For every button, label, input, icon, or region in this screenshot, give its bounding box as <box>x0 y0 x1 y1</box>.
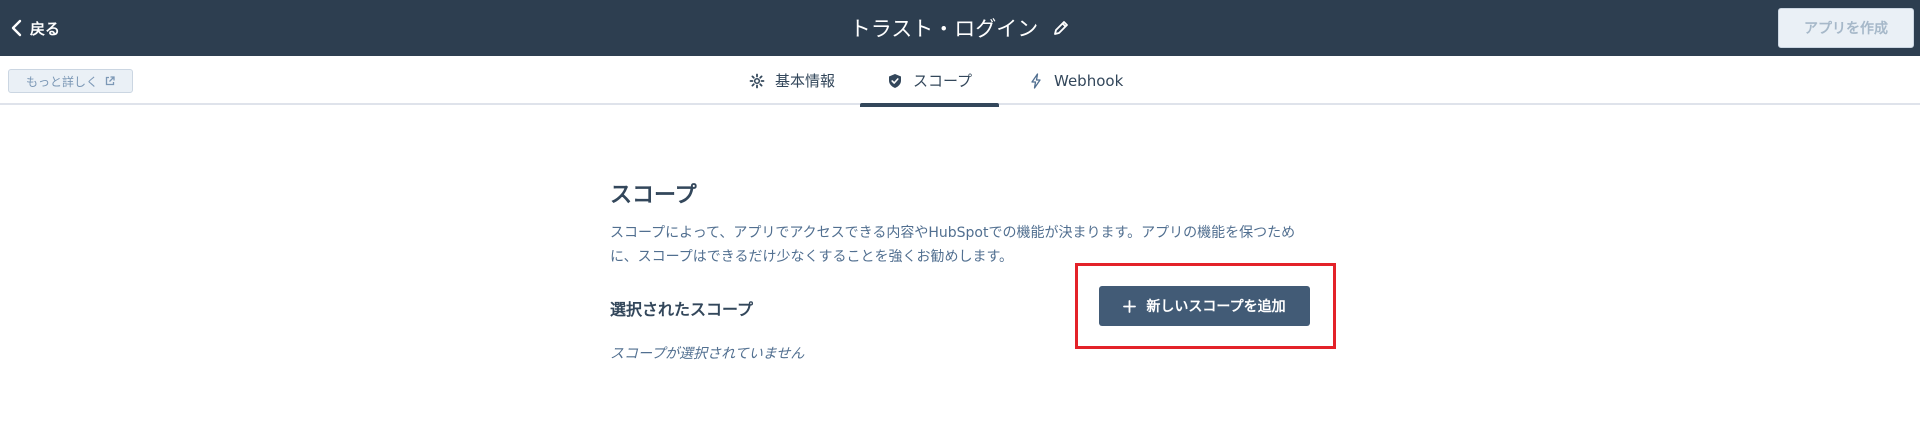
tab-scope[interactable]: スコープ <box>860 56 999 107</box>
gear-icon <box>749 73 765 88</box>
tab-basic-info[interactable]: 基本情報 <box>749 56 835 105</box>
back-button[interactable]: 戻る <box>10 14 60 42</box>
learn-more-label: もっと詳しく <box>25 74 98 89</box>
selected-scopes-heading: 選択されたスコープ <box>610 300 754 319</box>
chevron-left-icon <box>11 19 22 37</box>
scope-description: スコープによって、アプリでアクセスできる内容やHubSpotでの機能が決まります… <box>610 221 1330 269</box>
learn-more-button[interactable]: もっと詳しく <box>8 69 133 93</box>
pencil-icon[interactable] <box>1052 19 1070 37</box>
top-bar: 戻る トラスト・ログイン アプリを作成 <box>0 0 1920 56</box>
create-app-button[interactable]: アプリを作成 <box>1778 8 1914 48</box>
page-title: スコープ <box>610 183 697 208</box>
description-line-2: に、スコープはできるだけ少なくすることを強くお勧めします。 <box>610 249 1014 265</box>
add-scope-button[interactable]: 新しいスコープを追加 <box>1099 286 1310 326</box>
app-title-area: トラスト・ログイン <box>0 0 1920 56</box>
shield-check-icon <box>888 73 901 88</box>
tab-webhook-label: Webhook <box>1054 71 1124 90</box>
add-scope-label: 新しいスコープを追加 <box>1146 299 1286 315</box>
sub-navigation: もっと詳しく 基本情報 スコープ Webhook <box>0 56 1920 107</box>
lightning-icon <box>1031 72 1041 89</box>
empty-scopes-message: スコープが選択されていません <box>610 346 805 362</box>
tab-basic-info-label: 基本情報 <box>775 72 836 90</box>
back-label: 戻る <box>30 19 61 38</box>
tab-webhook[interactable]: Webhook <box>1028 56 1123 105</box>
external-link-icon <box>105 76 115 86</box>
app-title: トラスト・ログイン <box>849 17 1039 41</box>
description-line-1: スコープによって、アプリでアクセスできる内容やHubSpotでの機能が決まります… <box>610 225 1296 241</box>
tab-scope-label: スコープ <box>912 72 973 90</box>
tab-list: 基本情報 スコープ Webhook <box>0 56 1920 107</box>
plus-icon <box>1123 299 1137 313</box>
